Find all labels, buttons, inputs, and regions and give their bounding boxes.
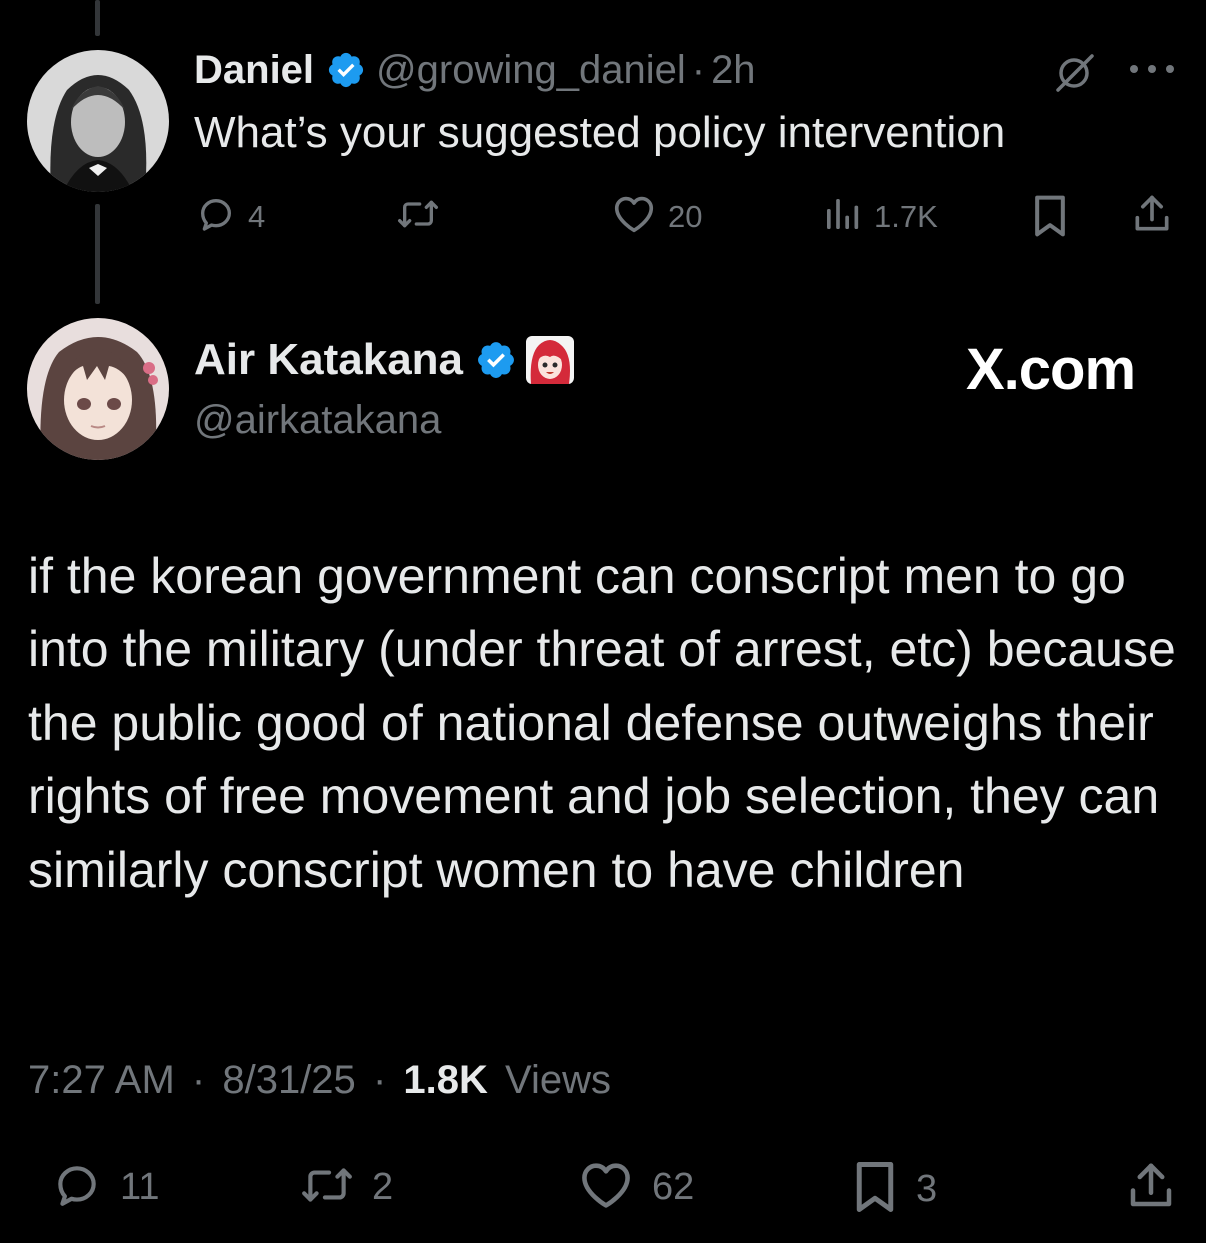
- like-count: 20: [668, 198, 703, 234]
- tweet-date[interactable]: 8/31/25: [222, 1058, 355, 1102]
- repost-button[interactable]: 2: [300, 1160, 393, 1215]
- reply-button[interactable]: 4: [196, 194, 265, 239]
- main-handle[interactable]: @airkatakana: [194, 398, 441, 443]
- bookmark-button[interactable]: [1030, 194, 1070, 243]
- thread-line-top: [95, 0, 100, 36]
- x-com-watermark: X.com: [966, 337, 1136, 402]
- reply-count: 4: [248, 198, 266, 234]
- more-icon[interactable]: [1128, 62, 1176, 76]
- share-icon: [1130, 192, 1174, 241]
- tweet-time[interactable]: 7:27 AM: [28, 1058, 175, 1102]
- separator-dot: ·: [191, 1058, 206, 1102]
- repost-icon: [300, 1160, 354, 1215]
- parent-display-name[interactable]: Daniel: [194, 48, 314, 93]
- like-icon: [578, 1160, 634, 1215]
- views-count: 1.7K: [874, 198, 938, 234]
- parent-time[interactable]: 2h: [711, 48, 756, 93]
- share-button[interactable]: [1124, 1158, 1178, 1219]
- repost-button[interactable]: [396, 194, 452, 239]
- verified-badge-icon: [475, 339, 517, 381]
- parent-handle[interactable]: @growing_daniel: [376, 48, 686, 93]
- views-count: 1.8K: [403, 1058, 488, 1102]
- parent-tweet-text: What’s your suggested policy interventio…: [194, 108, 1006, 157]
- tweet-meta: 7:27 AM · 8/31/25 · 1.8K Views: [28, 1058, 611, 1103]
- reply-icon: [196, 194, 236, 239]
- like-button[interactable]: 20: [612, 194, 702, 239]
- main-avatar[interactable]: [27, 318, 169, 460]
- bookmark-button[interactable]: 3: [852, 1160, 937, 1219]
- repost-icon: [396, 194, 440, 239]
- grok-icon[interactable]: [1052, 50, 1096, 94]
- reply-button[interactable]: 11: [52, 1160, 159, 1215]
- views-button[interactable]: 1.7K: [822, 194, 938, 239]
- views-label: Views: [505, 1058, 611, 1102]
- bookmark-icon: [852, 1160, 898, 1219]
- parent-avatar[interactable]: [27, 50, 169, 192]
- share-icon: [1124, 1158, 1178, 1219]
- main-tweet-text: if the korean government can conscript m…: [28, 548, 1176, 898]
- bookmark-icon: [1030, 194, 1070, 243]
- repost-count: 2: [372, 1166, 394, 1208]
- main-display-name[interactable]: Air Katakana: [194, 335, 463, 385]
- bookmark-count: 3: [916, 1168, 938, 1210]
- thread-line: [95, 204, 100, 304]
- reply-count: 11: [120, 1166, 160, 1208]
- separator-dot: ·: [372, 1058, 387, 1102]
- main-tweet-header: Air Katakana: [194, 332, 575, 388]
- reply-icon: [52, 1160, 102, 1215]
- like-icon: [612, 194, 656, 239]
- like-count: 62: [652, 1166, 695, 1208]
- parent-tweet-header: Daniel @growing_daniel · 2h: [194, 42, 756, 98]
- verified-badge-icon: [326, 50, 366, 90]
- like-button[interactable]: 62: [578, 1160, 694, 1215]
- views-icon: [822, 194, 862, 239]
- affiliate-badge-icon[interactable]: [525, 335, 575, 385]
- separator-dot: ·: [691, 47, 706, 92]
- share-button[interactable]: [1130, 192, 1174, 241]
